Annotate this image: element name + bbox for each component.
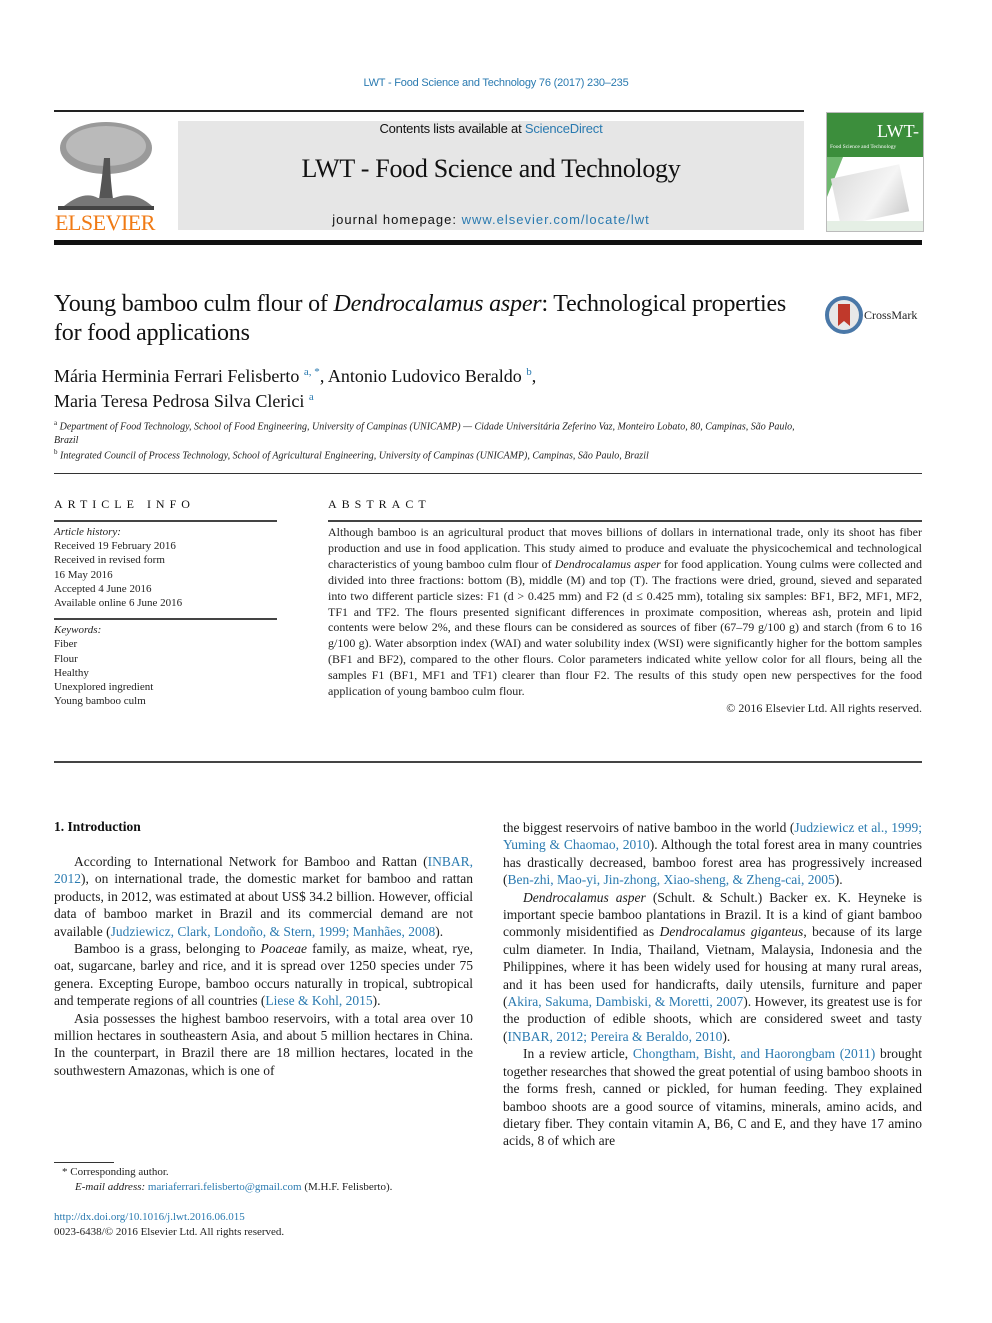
citation-link[interactable]: Chongtham, Bisht, and Haorongbam (2011) — [633, 1046, 875, 1061]
elsevier-wordmark: ELSEVIER — [55, 210, 155, 235]
keyword: Unexplored ingredient — [54, 681, 154, 694]
affiliation-b: b Integrated Council of Process Technolo… — [54, 448, 649, 462]
abstract-copyright: © 2016 Elsevier Ltd. All rights reserved… — [726, 700, 922, 715]
keyword: Young bamboo culm — [54, 695, 146, 708]
article-info-heading: ARTICLE INFO — [54, 497, 195, 511]
body-column-right: the biggest reservoirs of native bamboo … — [503, 819, 922, 1150]
abstract-end-rule — [54, 761, 922, 763]
paragraph: Dendrocalamus asper (Schult. & Schult.) … — [503, 889, 922, 1044]
author[interactable]: Antonio Ludovico Beraldo — [328, 366, 522, 386]
corresponding-author-note: * Corresponding author. — [62, 1166, 169, 1178]
history-item: Received in revised form — [54, 554, 165, 567]
paragraph: Asia possesses the highest bamboo reserv… — [54, 1010, 473, 1078]
paragraph: According to International Network for B… — [54, 854, 473, 939]
crossmark-icon — [825, 296, 863, 334]
journal-title: LWT - Food Science and Technology — [301, 154, 681, 183]
citation-link[interactable]: Liese & Kohl, 2015 — [265, 993, 372, 1008]
journal-homepage: journal homepage: www.elsevier.com/locat… — [332, 212, 650, 227]
sciencedirect-link[interactable]: ScienceDirect — [525, 121, 603, 136]
cover-title: LWT- — [877, 121, 919, 141]
crossmark-badge[interactable]: CrossMark — [825, 296, 925, 336]
paragraph: In a review article, Chongtham, Bisht, a… — [503, 1046, 922, 1149]
paragraph: Bamboo is a grass, belonging to Poaceae … — [54, 941, 473, 1009]
header-thick-rule — [54, 240, 922, 245]
footnote-rule — [54, 1162, 114, 1163]
author-list: Mária Herminia Ferrari Felisberto a, *, … — [54, 366, 537, 411]
history-item: 16 May 2016 — [54, 568, 113, 581]
cover-subtitle: Food Science and Technology — [830, 144, 897, 150]
article-info: ARTICLE INFO Article history: Received 1… — [54, 497, 277, 708]
author-affiliation-marker[interactable]: a, * — [304, 366, 320, 378]
citation-link[interactable]: INBAR, 2012; Pereira & Beraldo, 2010 — [508, 1029, 723, 1044]
crossmark-label: CrossMark — [864, 308, 918, 322]
citation-link[interactable]: Akira, Sakuma, Dambiski, & Moretti, 2007 — [508, 994, 744, 1009]
article-title: Young bamboo culm flour of Dendrocalamus… — [54, 291, 787, 346]
contents-line: Contents lists available at ScienceDirec… — [379, 121, 603, 136]
doi-link[interactable]: http://dx.doi.org/10.1016/j.lwt.2016.06.… — [54, 1210, 245, 1225]
issn-copyright: 0023-6438/© 2016 Elsevier Ltd. All right… — [54, 1226, 285, 1238]
keyword: Fiber — [54, 638, 78, 651]
history-item: Received 19 February 2016 — [54, 540, 176, 553]
affiliation-rule — [54, 473, 922, 474]
email-note: E-mail address: mariaferrari.felisberto@… — [75, 1181, 393, 1193]
body-column-left: According to International Network for B… — [54, 853, 473, 1079]
abstract: ABSTRACT Although bamboo is an agricultu… — [328, 497, 922, 716]
email-link[interactable]: mariaferrari.felisberto@gmail.com — [148, 1181, 302, 1193]
journal-homepage-link[interactable]: www.elsevier.com/locate/lwt — [462, 212, 650, 227]
journal-cover-thumbnail[interactable]: LWT- Food Science and Technology — [826, 112, 924, 232]
header-rule — [54, 110, 804, 112]
article-history-label: Article history: — [54, 526, 121, 538]
author[interactable]: Mária Herminia Ferrari Felisberto — [54, 366, 299, 386]
journal-banner: Contents lists available at ScienceDirec… — [178, 121, 804, 230]
running-head[interactable]: LWT - Food Science and Technology 76 (20… — [0, 77, 992, 89]
citation-link[interactable]: Judziewicz, Clark, Londoño, & Stern, 199… — [111, 924, 436, 939]
keyword: Flour — [54, 652, 78, 665]
abstract-heading: ABSTRACT — [328, 497, 431, 511]
paragraph: the biggest reservoirs of native bamboo … — [503, 820, 922, 888]
history-item: Accepted 4 June 2016 — [54, 582, 152, 595]
history-item: Available online 6 June 2016 — [54, 597, 183, 610]
elsevier-tree-icon — [58, 122, 154, 210]
author[interactable]: Maria Teresa Pedrosa Silva Clerici — [54, 391, 304, 411]
author-affiliation-marker[interactable]: a — [309, 391, 314, 403]
citation-link[interactable]: Ben-zhi, Mao-yi, Jin-zhong, Xiao-sheng, … — [508, 872, 835, 887]
abstract-body: Although bamboo is an agricultural produ… — [328, 525, 922, 699]
keyword: Healthy — [54, 666, 89, 679]
section-heading-introduction: 1. Introduction — [54, 819, 141, 834]
affiliation-a: a Department of Food Technology, School … — [54, 419, 795, 447]
keywords-label: Keywords: — [54, 624, 102, 637]
